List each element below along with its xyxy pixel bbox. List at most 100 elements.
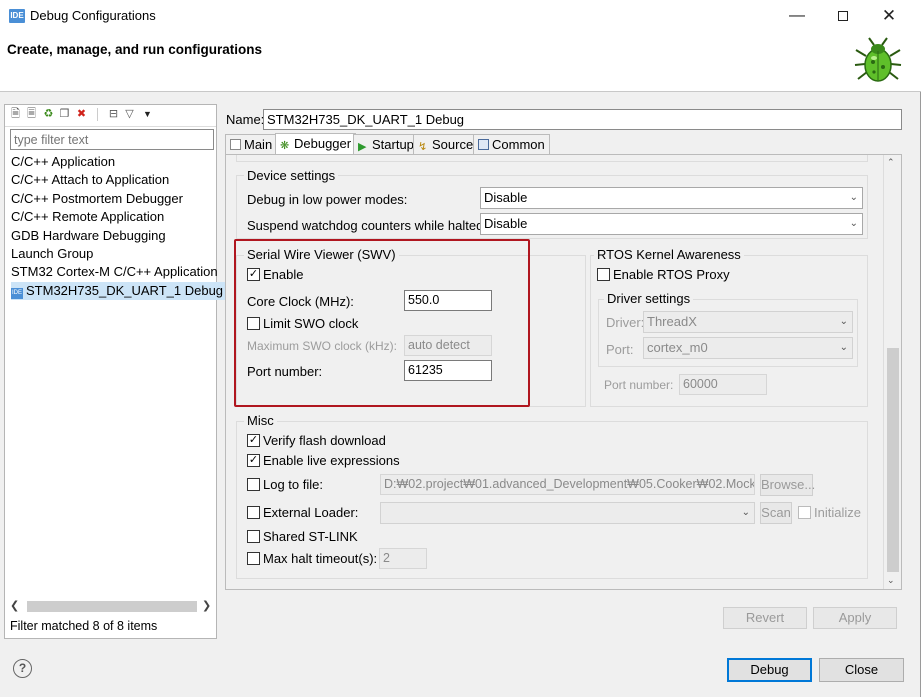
chevron-down-icon: ⌄: [741, 507, 750, 518]
browse-button: Browse...: [760, 474, 815, 496]
device-settings-title: Device settings: [244, 168, 339, 183]
rtos-port-number-label: Port number:: [604, 378, 674, 392]
common-tab-icon: [478, 139, 489, 150]
max-halt-checkbox[interactable]: [247, 552, 260, 565]
new-prototype-icon[interactable]: 🗏: [25, 108, 38, 121]
driver-label: Driver:: [606, 315, 645, 330]
scroll-left-icon[interactable]: ❮: [10, 599, 19, 612]
tab-main[interactable]: Main: [225, 134, 278, 154]
scroll-right-icon[interactable]: ❯: [202, 599, 211, 612]
tree-item-cpp-postmortem[interactable]: C/C++ Postmortem Debugger: [11, 190, 183, 208]
tree-item-selected-config[interactable]: IDE STM32H735_DK_UART_1 Debug: [11, 282, 226, 300]
chevron-down-icon: ⌄: [839, 316, 848, 327]
tab-source[interactable]: ↯ Source: [413, 134, 479, 154]
tree-item-cpp-attach[interactable]: C/C++ Attach to Application: [11, 171, 169, 189]
log-to-file-label: Log to file:: [263, 477, 323, 492]
close-button[interactable]: Close: [819, 658, 904, 682]
verify-flash-label: Verify flash download: [263, 433, 386, 448]
tab-common[interactable]: Common: [473, 134, 550, 154]
log-to-file-checkbox[interactable]: [247, 478, 260, 491]
low-power-label: Debug in low power modes:: [247, 192, 408, 207]
apply-button[interactable]: Apply: [813, 607, 897, 629]
source-tab-icon: ↯: [418, 141, 428, 153]
select-value: Disable: [484, 216, 528, 231]
startup-tab-icon: ▶: [358, 141, 367, 153]
export-icon[interactable]: ♻: [42, 108, 55, 121]
name-label: Name:: [226, 112, 265, 127]
duplicate-icon[interactable]: ❐: [58, 108, 71, 121]
live-expressions-label: Enable live expressions: [263, 453, 400, 468]
scroll-thumb[interactable]: [27, 601, 197, 612]
tab-debugger[interactable]: ❋ Debugger: [275, 133, 357, 155]
rtos-proxy-label: Enable RTOS Proxy: [613, 267, 730, 282]
watchdog-select[interactable]: Disable ⌄: [480, 213, 863, 235]
bug-icon: [854, 37, 902, 82]
help-icon[interactable]: ?: [13, 659, 32, 678]
scroll-thumb[interactable]: [887, 348, 899, 572]
title-bar: IDE Debug Configurations — ✕: [0, 0, 921, 32]
tree-item-label: STM32H735_DK_UART_1 Debug: [26, 283, 224, 298]
window-title: Debug Configurations: [30, 8, 156, 23]
tab-startup[interactable]: ▶ Startup: [353, 134, 419, 154]
tab-label: Startup: [372, 137, 414, 152]
filter-icon[interactable]: ▽: [123, 108, 136, 121]
rtos-port-select: cortex_m0 ⌄: [643, 337, 853, 359]
tree-item-cpp-remote[interactable]: C/C++ Remote Application: [11, 208, 164, 226]
tree-horizontal-scrollbar[interactable]: ❮ ❯: [5, 598, 216, 615]
shared-stlink-checkbox[interactable]: [247, 530, 260, 543]
tab-label: Debugger: [294, 136, 352, 151]
filter-status: Filter matched 8 of 8 items: [10, 619, 158, 633]
tree-item-cpp-application[interactable]: C/C++ Application: [11, 153, 115, 171]
low-power-select[interactable]: Disable ⌄: [480, 187, 863, 209]
minimize-icon[interactable]: —: [787, 6, 807, 26]
configuration-tree-pane: 🗎 🗏 ♻ ❐ ✖ ⊟ ▽ ▼ C/C++ Application C/C++ …: [4, 104, 226, 639]
verify-flash-checkbox[interactable]: ✓: [247, 434, 260, 447]
delete-icon[interactable]: ✖: [75, 108, 88, 121]
external-loader-select: ⌄: [380, 502, 755, 524]
chevron-down-icon: ⌄: [849, 218, 858, 229]
max-halt-input: 2: [379, 548, 427, 569]
name-input[interactable]: STM32H735_DK_UART_1 Debug: [263, 109, 902, 130]
scan-button: Scan: [760, 502, 792, 524]
tab-label: Common: [492, 137, 545, 152]
external-loader-label: External Loader:: [263, 505, 359, 520]
debug-configurations-window: IDE Debug Configurations — ✕ Create, man…: [0, 0, 921, 697]
tab-label: Main: [244, 137, 273, 152]
scroll-up-icon[interactable]: ⌃: [887, 157, 895, 168]
menu-dropdown-icon[interactable]: ▼: [141, 108, 154, 121]
driver-select: ThreadX ⌄: [643, 311, 853, 333]
debugger-tab-icon: ❋: [280, 140, 290, 152]
rtos-port-label: Port:: [606, 342, 634, 357]
live-expressions-checkbox[interactable]: ✓: [247, 454, 260, 467]
revert-button[interactable]: Revert: [723, 607, 807, 629]
tree-toolbar: 🗎 🗏 ♻ ❐ ✖ ⊟ ▽ ▼: [5, 105, 216, 127]
debugger-tab-panel: Device settings Debug in low power modes…: [225, 154, 902, 590]
collapse-all-icon[interactable]: ⊟: [107, 108, 120, 121]
rtos-port-number-input: 60000: [679, 374, 767, 395]
log-file-path-input: D:₩02.project₩01.advanced_Development₩05…: [380, 474, 755, 495]
select-value: ThreadX: [647, 314, 697, 329]
scroll-down-icon[interactable]: ⌄: [887, 575, 895, 586]
main-tab-icon: [230, 139, 241, 150]
tree-item-stm32-cortex[interactable]: STM32 Cortex-M C/C++ Application: [11, 263, 218, 281]
chevron-down-icon: ⌄: [839, 342, 848, 353]
misc-title: Misc: [244, 413, 277, 428]
initialize-label: Initialize: [814, 505, 861, 520]
settings-vertical-scrollbar[interactable]: ⌃ ⌄: [883, 155, 901, 589]
filter-input[interactable]: [10, 129, 214, 150]
ide-config-icon: IDE: [11, 288, 23, 299]
debug-button[interactable]: Debug: [727, 658, 812, 682]
tree-item-gdb-hardware[interactable]: GDB Hardware Debugging: [11, 227, 166, 245]
header-title: Create, manage, and run configurations: [7, 42, 263, 57]
rtos-proxy-checkbox[interactable]: [597, 268, 610, 281]
swv-highlight-box: [234, 239, 530, 407]
tree-item-launch-group[interactable]: Launch Group: [11, 245, 93, 263]
debugger-settings-content: Device settings Debug in low power modes…: [226, 155, 883, 589]
shared-stlink-label: Shared ST-LINK: [263, 529, 358, 544]
maximize-icon[interactable]: [833, 6, 853, 26]
rtos-title: RTOS Kernel Awareness: [594, 247, 744, 262]
close-icon[interactable]: ✕: [879, 6, 899, 26]
external-loader-checkbox[interactable]: [247, 506, 260, 519]
select-value: cortex_m0: [647, 340, 708, 355]
new-config-icon[interactable]: 🗎: [9, 108, 22, 121]
